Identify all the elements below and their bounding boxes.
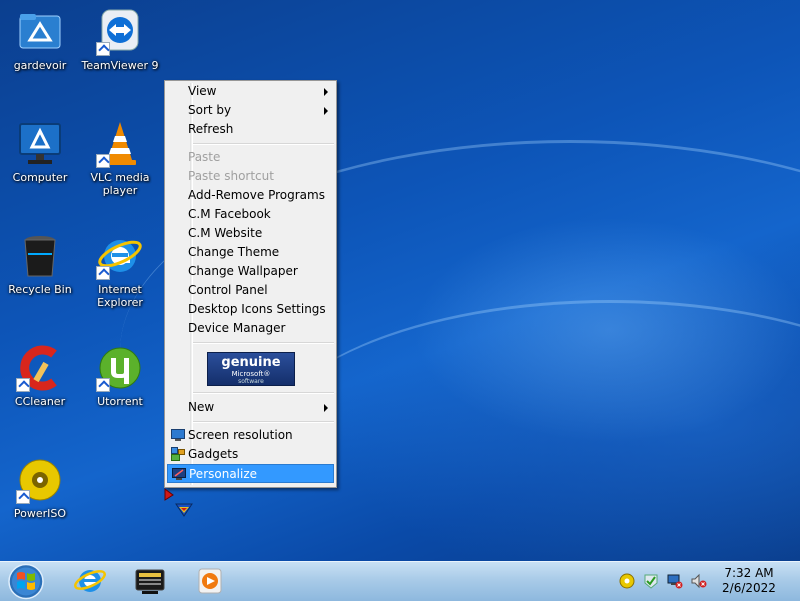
menu-item-control-panel[interactable]: Control Panel (167, 281, 334, 300)
menu-item-cm-facebook[interactable]: C.M Facebook (167, 205, 334, 224)
submenu-arrow-icon (324, 404, 328, 412)
desktop-icon-computer[interactable]: Computer (0, 120, 80, 184)
shortcut-arrow-icon (16, 378, 30, 392)
menu-item-gadgets[interactable]: Gadgets (167, 445, 334, 464)
shortcut-arrow-icon (96, 42, 110, 56)
menu-item-refresh[interactable]: Refresh (167, 120, 334, 139)
menu-separator (193, 143, 334, 145)
menu-item-view[interactable]: View (167, 82, 334, 101)
menu-item-change-theme[interactable]: Change Theme (167, 243, 334, 262)
desktop-context-menu[interactable]: View Sort by Refresh Paste Paste shortcu… (164, 80, 337, 488)
desktop-icon-teamviewer[interactable]: TeamViewer 9 (80, 8, 160, 72)
menu-item-screen-resolution[interactable]: Screen resolution (167, 426, 334, 445)
desktop-icon-ccleaner[interactable]: CCleaner (0, 344, 80, 408)
screen-resolution-icon (171, 429, 185, 441)
personalize-icon (172, 468, 186, 480)
menu-separator (193, 342, 334, 344)
menu-item-personalize[interactable]: Personalize (167, 464, 334, 483)
menu-separator (193, 421, 334, 423)
desktop-icon-internet-explorer[interactable]: Internet Explorer (80, 232, 160, 309)
utorrent-icon (96, 344, 144, 392)
taskbar-media-player[interactable] (192, 564, 228, 598)
desktop-icon-recycle-bin[interactable]: Recycle Bin (0, 232, 80, 296)
desktop[interactable]: gardevoir TeamViewer 9 Computer VLC medi… (0, 0, 800, 561)
clock-date: 2/6/2022 (722, 581, 776, 595)
shortcut-arrow-icon (16, 490, 30, 504)
ccleaner-icon (16, 344, 64, 392)
volume-muted-icon[interactable] (691, 573, 707, 589)
taskbar-clock[interactable]: 7:32 AM 2/6/2022 (712, 566, 786, 596)
poweriso-icon (16, 456, 64, 504)
menu-separator (193, 392, 334, 394)
shortcut-arrow-icon (96, 378, 110, 392)
genuine-microsoft-badge[interactable]: genuine Microsoft® software (207, 352, 295, 386)
folder-icon (16, 8, 64, 56)
menu-item-add-remove-programs[interactable]: Add-Remove Programs (167, 186, 334, 205)
gadgets-icon (171, 447, 185, 461)
mouse-cursor-icon (164, 488, 194, 523)
desktop-icon-utorrent[interactable]: Utorrent (80, 344, 160, 408)
clock-time: 7:32 AM (724, 566, 774, 580)
internet-explorer-icon (74, 570, 106, 592)
shortcut-arrow-icon (96, 154, 110, 168)
menu-item-new[interactable]: New (167, 398, 334, 417)
network-icon[interactable] (667, 573, 683, 589)
internet-explorer-icon (96, 232, 144, 280)
teamviewer-icon (96, 8, 144, 56)
menu-item-paste[interactable]: Paste (167, 148, 334, 167)
computer-icon (16, 120, 64, 168)
desktop-icon-vlc[interactable]: VLC media player (80, 120, 160, 197)
taskbar: 7:32 AM 2/6/2022 (0, 561, 800, 601)
taskbar-internet-explorer[interactable] (72, 564, 108, 598)
action-center-icon[interactable] (643, 573, 659, 589)
menu-item-sort-by[interactable]: Sort by (167, 101, 334, 120)
menu-item-device-manager[interactable]: Device Manager (167, 319, 334, 338)
menu-item-paste-shortcut[interactable]: Paste shortcut (167, 167, 334, 186)
windows-logo-icon (8, 563, 44, 600)
submenu-arrow-icon (324, 107, 328, 115)
menu-item-change-wallpaper[interactable]: Change Wallpaper (167, 262, 334, 281)
desktop-icon-poweriso[interactable]: PowerISO (0, 456, 80, 520)
desktop-icon-gardevoir[interactable]: gardevoir (0, 8, 80, 72)
app-tray-icon[interactable] (619, 573, 635, 589)
vlc-icon (96, 120, 144, 168)
recycle-bin-icon (16, 232, 64, 280)
submenu-arrow-icon (324, 88, 328, 96)
wallpaper-swoosh (260, 300, 800, 561)
media-player-icon (198, 568, 222, 594)
taskbar-file-manager[interactable] (132, 564, 168, 598)
shortcut-arrow-icon (96, 266, 110, 280)
start-button[interactable] (4, 562, 48, 601)
file-manager-icon (135, 569, 165, 594)
menu-item-cm-website[interactable]: C.M Website (167, 224, 334, 243)
menu-item-desktop-icons-settings[interactable]: Desktop Icons Settings (167, 300, 334, 319)
